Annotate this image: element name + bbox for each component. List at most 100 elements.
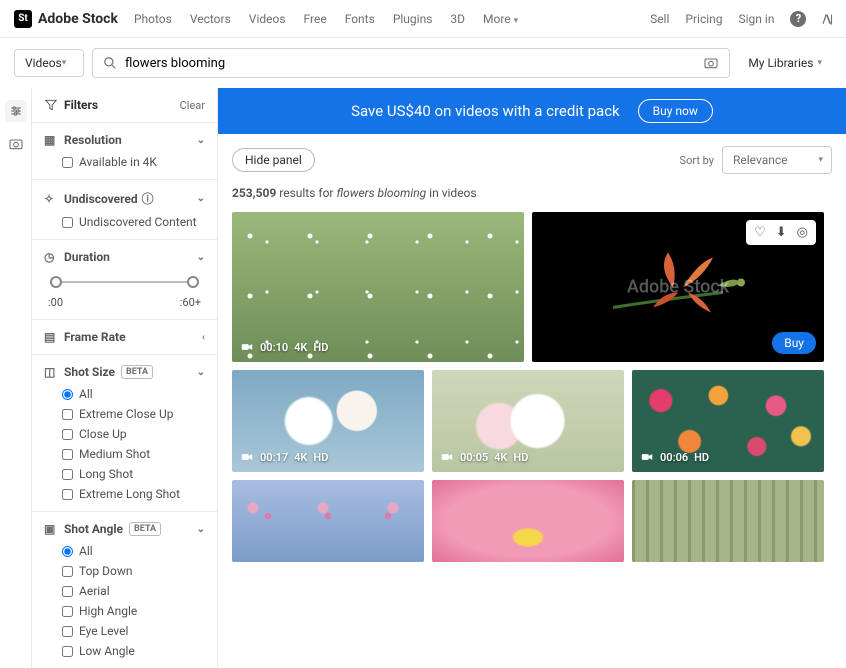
chevron-left-icon: ‹	[202, 332, 205, 343]
beta-badge: BETA	[129, 522, 161, 536]
shotsize-items-option[interactable]: Extreme Close Up	[62, 407, 205, 421]
filter-undiscovered-checkbox[interactable]	[62, 217, 73, 228]
nav-fonts[interactable]: Fonts	[345, 12, 375, 26]
filter-framerate-head[interactable]: ▤ Frame Rate ‹	[44, 330, 205, 344]
filter-undiscovered-head[interactable]: ✧ Undiscovered ⓘ ⌄	[44, 190, 205, 207]
shotangle-items-option[interactable]: All	[62, 544, 205, 558]
clear-filters[interactable]: Clear	[180, 99, 205, 112]
search-icon	[103, 56, 117, 70]
sort-wrap: Sort by Relevance ▾	[680, 146, 832, 174]
filter-duration-head[interactable]: ◷ Duration ⌄	[44, 250, 205, 264]
shotsize-items-option[interactable]: Long Shot	[62, 467, 205, 481]
brand-text: Adobe Stock	[38, 11, 118, 27]
video-icon	[640, 450, 654, 464]
category-select[interactable]: Videos ▾	[14, 49, 84, 77]
video-icon	[240, 340, 254, 354]
shotsize-items-option[interactable]: All	[62, 387, 205, 401]
nav-more[interactable]: More ▾	[483, 12, 518, 26]
result-tile[interactable]: 00:05 4K HD	[432, 370, 624, 472]
result-tile[interactable]: 00:17 4K HD	[232, 370, 424, 472]
nav-links: Photos Vectors Videos Free Fonts Plugins…	[134, 12, 518, 26]
signin-link[interactable]: Sign in	[739, 12, 775, 26]
tile-actions: ♡ ⬇ ◎	[746, 220, 816, 245]
promo-buy-button[interactable]: Buy now	[638, 99, 713, 123]
shotangle-items-input[interactable]	[62, 646, 73, 657]
visual-search-rail-icon[interactable]	[8, 136, 24, 152]
sell-link[interactable]: Sell	[650, 12, 669, 26]
search-input[interactable]	[125, 56, 695, 71]
slider-max-knob[interactable]	[187, 276, 199, 288]
shotangle-items-option[interactable]: Low Angle	[62, 644, 205, 658]
shotsize-items-input[interactable]	[62, 489, 73, 500]
shotangle-items-option[interactable]: Top Down	[62, 564, 205, 578]
shotsize-items-input[interactable]	[62, 389, 73, 400]
shotsize-items-input[interactable]	[62, 409, 73, 420]
results-toolbar: Hide panel Sort by Relevance ▾	[218, 134, 846, 186]
shotangle-items-option[interactable]: High Angle	[62, 604, 205, 618]
nav-videos[interactable]: Videos	[249, 12, 286, 26]
result-tile[interactable]: 00:10 4K HD	[232, 212, 524, 362]
info-icon[interactable]: ⓘ	[142, 190, 156, 207]
nav-free[interactable]: Free	[304, 12, 327, 26]
shotangle-items-input[interactable]	[62, 546, 73, 557]
result-tile[interactable]	[232, 480, 424, 562]
shotsize-items-input[interactable]	[62, 469, 73, 480]
filter-4k-checkbox[interactable]	[62, 157, 73, 168]
topbar: St Adobe Stock Photos Vectors Videos Fre…	[0, 0, 846, 38]
similar-icon[interactable]: ◎	[797, 225, 808, 240]
filter-resolution-label: Resolution	[64, 133, 122, 147]
result-tile[interactable]: Adobe Stock ♡ ⬇ ◎ Buy	[532, 212, 824, 362]
shotangle-items-option[interactable]: Eye Level	[62, 624, 205, 638]
filter-shotangle: ▣ Shot Angle BETA ⌄ All Top Down Aerial Hig…	[32, 512, 217, 668]
shotangle-items-input[interactable]	[62, 586, 73, 597]
filter-undiscovered-content[interactable]: Undiscovered Content	[62, 215, 205, 229]
result-tile[interactable]: 00:06 HD	[632, 370, 824, 472]
chevron-down-icon: ⌄	[197, 252, 205, 263]
chevron-down-icon: ▾	[818, 155, 823, 165]
nav-3d[interactable]: 3D	[450, 12, 465, 26]
search-box[interactable]	[92, 48, 730, 78]
hide-panel-button[interactable]: Hide panel	[232, 148, 315, 172]
filter-shotangle-label: Shot Angle	[64, 522, 123, 536]
slider-min-knob[interactable]	[50, 276, 62, 288]
visual-search-icon[interactable]	[703, 55, 719, 71]
nav-vectors[interactable]: Vectors	[190, 12, 231, 26]
tile-meta: 00:17 4K HD	[240, 450, 328, 464]
sort-select[interactable]: Relevance ▾	[722, 146, 832, 174]
favorite-icon[interactable]: ♡	[754, 225, 766, 240]
undiscovered-icon: ✧	[44, 192, 58, 206]
result-tile[interactable]	[632, 480, 824, 562]
my-libraries[interactable]: My Libraries ▾	[738, 50, 832, 76]
shotsize-items-input[interactable]	[62, 429, 73, 440]
filters-panel: Filters Clear ▦ Resolution ⌄ Available i…	[32, 88, 218, 668]
filter-4k[interactable]: Available in 4K	[62, 155, 205, 169]
nav-plugins[interactable]: Plugins	[393, 12, 433, 26]
brand[interactable]: St Adobe Stock	[14, 10, 118, 28]
shotangle-items-option[interactable]: Aerial	[62, 584, 205, 598]
help-icon[interactable]: ?	[790, 11, 806, 27]
promo-banner: Save US$40 on videos with a credit pack …	[218, 88, 846, 134]
filter-duration: ◷ Duration ⌄ :00 :60+	[32, 240, 217, 320]
shotangle-items-input[interactable]	[62, 626, 73, 637]
shotsize-items-option[interactable]: Medium Shot	[62, 447, 205, 461]
filters-icon[interactable]	[5, 100, 27, 122]
nav-photos[interactable]: Photos	[134, 12, 172, 26]
tile-buy-button[interactable]: Buy	[772, 332, 816, 354]
main-content: Save US$40 on videos with a credit pack …	[218, 88, 846, 668]
pricing-link[interactable]: Pricing	[685, 12, 722, 26]
clock-icon: ◷	[44, 250, 58, 264]
shotsize-items-option[interactable]: Close Up	[62, 427, 205, 441]
shotsize-items-input[interactable]	[62, 449, 73, 460]
shotangle-items-input[interactable]	[62, 606, 73, 617]
shotangle-items-input[interactable]	[62, 566, 73, 577]
results-grid: 00:10 4K HD Adobe Stock	[218, 212, 846, 576]
filter-resolution-head[interactable]: ▦ Resolution ⌄	[44, 133, 205, 147]
duration-slider[interactable]	[48, 272, 201, 292]
shotsize-items-option[interactable]: Extreme Long Shot	[62, 487, 205, 501]
download-icon[interactable]: ⬇	[776, 225, 787, 240]
filter-shotangle-head[interactable]: ▣ Shot Angle BETA ⌄	[44, 522, 205, 536]
filter-shotsize-head[interactable]: ◫ Shot Size BETA ⌄	[44, 365, 205, 379]
results-count: 253,509 results for flowers blooming in …	[218, 186, 846, 212]
result-tile[interactable]	[432, 480, 624, 562]
filter-framerate: ▤ Frame Rate ‹	[32, 320, 217, 355]
